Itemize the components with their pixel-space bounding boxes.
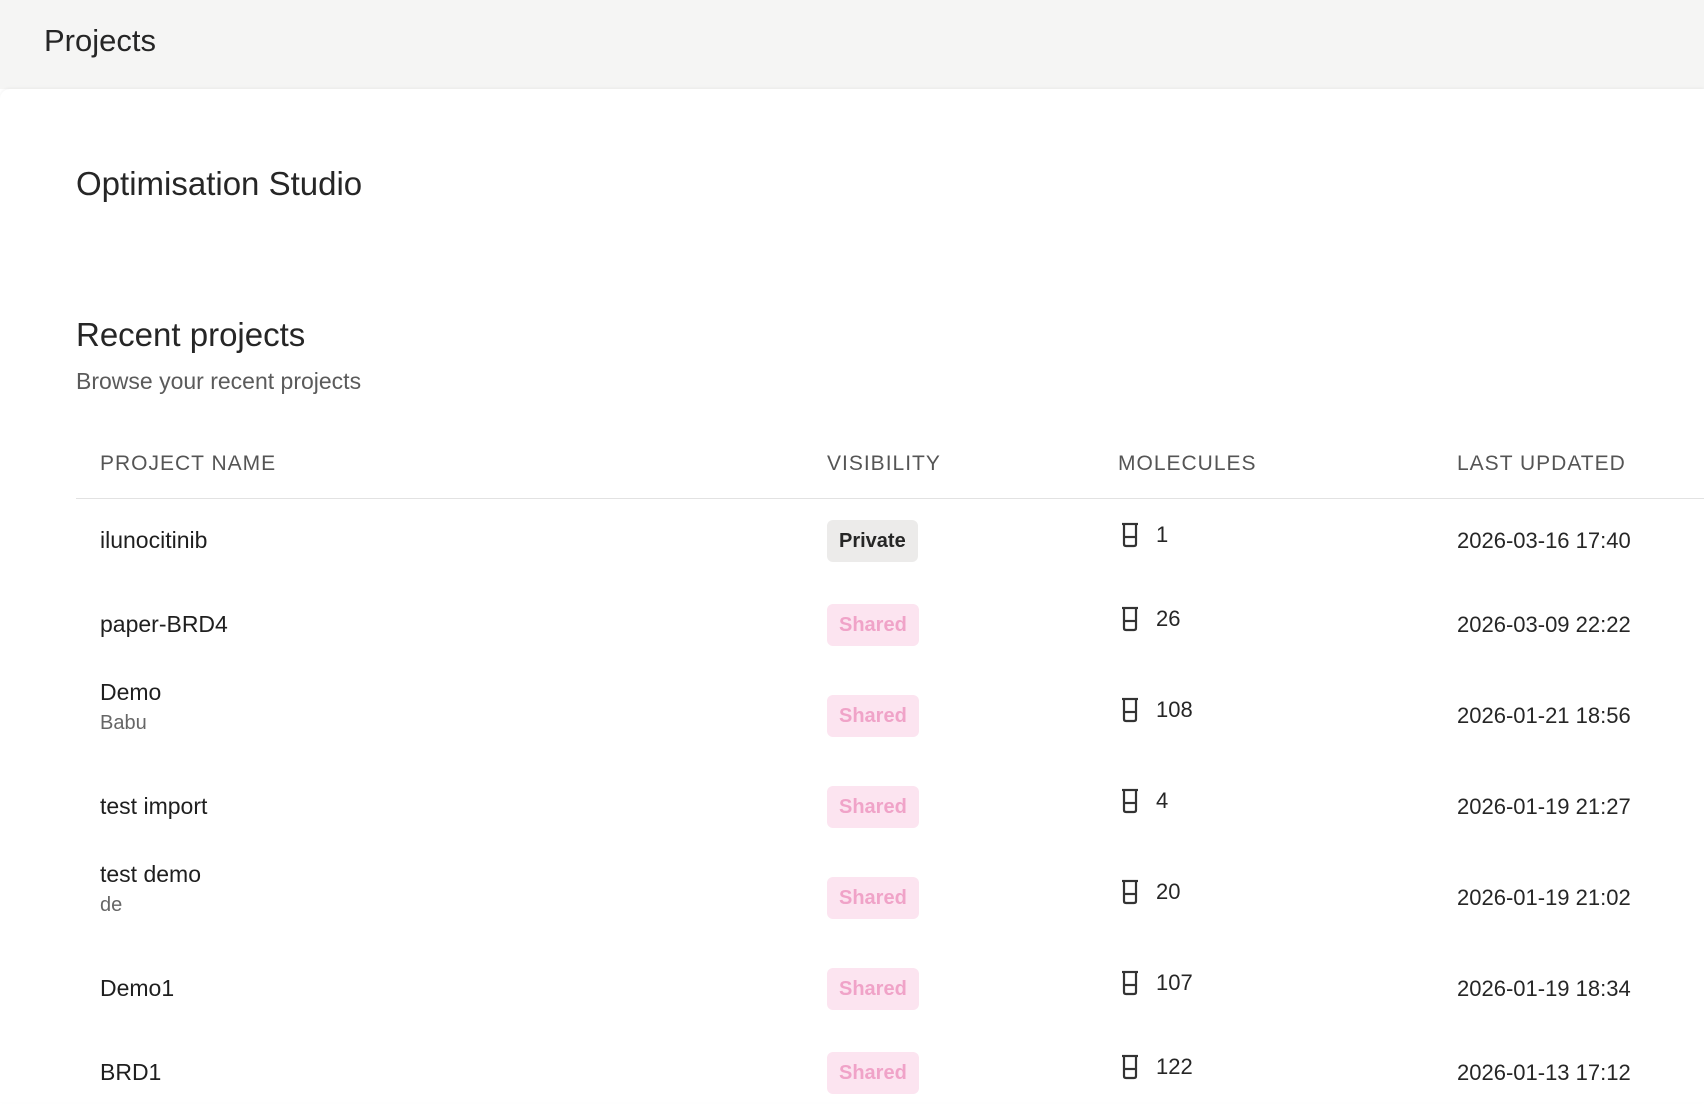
project-name-cell: test import xyxy=(100,793,207,820)
visibility-cell: Shared xyxy=(827,1052,919,1094)
table-row[interactable]: test import Shared 4 2026-01-19 21:27 xyxy=(76,765,1704,849)
molecules-cell: 20 xyxy=(1120,879,1180,905)
project-name-cell: Demo Babu xyxy=(100,679,161,735)
table-row[interactable]: test demo de Shared 20 2026-01-19 21:02 xyxy=(76,849,1704,947)
beaker-icon xyxy=(1120,522,1156,548)
molecules-cell: 4 xyxy=(1120,788,1168,814)
column-header-visibility[interactable]: VISIBILITY xyxy=(827,452,941,476)
main-panel: Optimisation Studio Recent projects Brow… xyxy=(0,89,1704,1102)
beaker-icon xyxy=(1120,788,1156,814)
visibility-badge: Shared xyxy=(827,877,919,919)
last-updated: 2026-01-19 21:02 xyxy=(1457,885,1631,910)
recent-projects-heading: Recent projects xyxy=(76,316,306,353)
molecule-count: 4 xyxy=(1156,788,1169,813)
projects-table: PROJECT NAME VISIBILITY MOLECULES LAST U… xyxy=(76,430,1704,1115)
top-bar: Projects xyxy=(0,0,1704,89)
molecules-cell: 107 xyxy=(1120,970,1193,996)
beaker-icon xyxy=(1120,970,1156,996)
molecules-cell: 108 xyxy=(1120,697,1193,723)
project-name-cell: paper-BRD4 xyxy=(100,611,228,638)
column-header-last-updated[interactable]: LAST UPDATED xyxy=(1457,452,1626,476)
table-header: PROJECT NAME VISIBILITY MOLECULES LAST U… xyxy=(76,430,1704,499)
visibility-cell: Shared xyxy=(827,968,919,1010)
column-header-project-name[interactable]: PROJECT NAME xyxy=(100,452,276,476)
molecules-cell: 26 xyxy=(1120,606,1180,632)
table-body: ilunocitinib Private 1 2026-03-16 17:40 pape… xyxy=(76,499,1704,1115)
project-name[interactable]: paper-BRD4 xyxy=(100,611,228,638)
molecule-count: 122 xyxy=(1156,1054,1193,1079)
visibility-cell: Shared xyxy=(827,877,919,919)
page-title: Projects xyxy=(44,23,156,58)
molecule-count: 108 xyxy=(1156,697,1193,722)
visibility-cell: Private xyxy=(827,520,918,562)
project-description: Babu xyxy=(100,712,147,734)
project-name-cell: ilunocitinib xyxy=(100,527,207,554)
visibility-badge: Private xyxy=(827,520,918,562)
visibility-badge: Shared xyxy=(827,604,919,646)
last-updated: 2026-01-13 17:12 xyxy=(1457,1060,1631,1085)
molecule-count: 107 xyxy=(1156,970,1193,995)
studio-title: Optimisation Studio xyxy=(76,165,363,202)
project-name-cell: test demo de xyxy=(100,861,201,917)
project-name[interactable]: BRD1 xyxy=(100,1059,161,1086)
table-row[interactable]: ilunocitinib Private 1 2026-03-16 17:40 xyxy=(76,499,1704,583)
visibility-cell: Shared xyxy=(827,695,919,737)
molecules-cell: 1 xyxy=(1120,522,1168,548)
project-name-cell: BRD1 xyxy=(100,1059,161,1086)
molecule-count: 1 xyxy=(1156,522,1169,547)
beaker-icon xyxy=(1120,697,1156,723)
project-name[interactable]: ilunocitinib xyxy=(100,527,207,554)
recent-projects-subtitle: Browse your recent projects xyxy=(76,368,362,394)
beaker-icon xyxy=(1120,1054,1156,1080)
table-row[interactable]: Demo Babu Shared 108 2026-01-21 18:56 xyxy=(76,667,1704,765)
table-row[interactable]: Demo1 Shared 107 2026-01-19 18:34 xyxy=(76,947,1704,1031)
molecules-cell: 122 xyxy=(1120,1054,1193,1080)
last-updated: 2026-01-21 18:56 xyxy=(1457,703,1631,728)
project-name[interactable]: Demo xyxy=(100,679,161,706)
visibility-cell: Shared xyxy=(827,604,919,646)
last-updated: 2026-03-16 17:40 xyxy=(1457,528,1631,553)
molecule-count: 20 xyxy=(1156,879,1181,904)
visibility-badge: Shared xyxy=(827,695,919,737)
project-name[interactable]: test import xyxy=(100,793,207,820)
table-row[interactable]: paper-BRD4 Shared 26 2026-03-09 22:22 xyxy=(76,583,1704,667)
last-updated: 2026-01-19 18:34 xyxy=(1457,976,1631,1001)
beaker-icon xyxy=(1120,606,1156,632)
project-name-cell: Demo1 xyxy=(100,975,174,1002)
last-updated: 2026-03-09 22:22 xyxy=(1457,612,1631,637)
visibility-badge: Shared xyxy=(827,968,919,1010)
column-header-molecules[interactable]: MOLECULES xyxy=(1118,452,1257,476)
table-row[interactable]: BRD1 Shared 122 2026-01-13 17:12 xyxy=(76,1031,1704,1115)
visibility-badge: Shared xyxy=(827,786,919,828)
visibility-cell: Shared xyxy=(827,786,919,828)
last-updated: 2026-01-19 21:27 xyxy=(1457,794,1631,819)
visibility-badge: Shared xyxy=(827,1052,919,1094)
project-name[interactable]: test demo xyxy=(100,861,201,888)
project-description: de xyxy=(100,894,123,916)
molecule-count: 26 xyxy=(1156,606,1181,631)
project-name[interactable]: Demo1 xyxy=(100,975,174,1002)
beaker-icon xyxy=(1120,879,1156,905)
